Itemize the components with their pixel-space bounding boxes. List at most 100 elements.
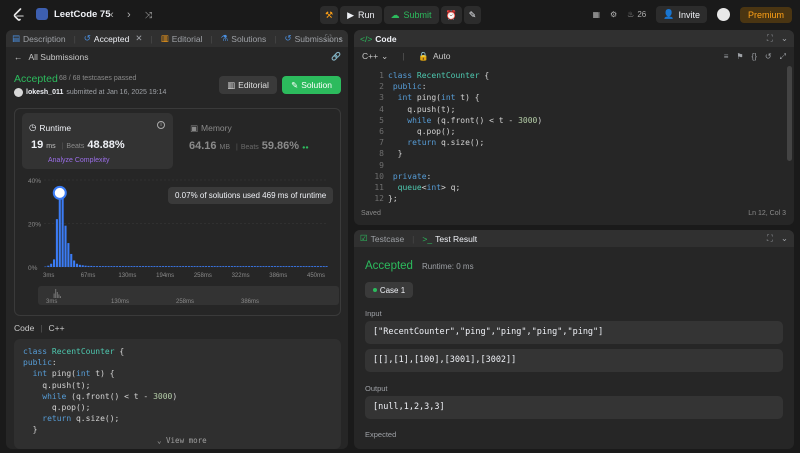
- invite-button[interactable]: 👤 Invite: [656, 6, 707, 23]
- chart-bar: [302, 266, 305, 267]
- submission-panel: ▤ Description | ↺ Accepted ✕ | ▥ Editori…: [6, 30, 348, 449]
- book-icon: ▥: [227, 79, 236, 90]
- chevron-down-icon[interactable]: ⌄: [781, 33, 788, 44]
- runtime-distribution-chart[interactable]: 40% 20% 0% 3ms 67ms 130ms 194ms 258ms 322ms 386ms…: [6, 122, 348, 314]
- chart-bar: [150, 266, 153, 267]
- input-value: [[],[1],[100],[3001],[3002]]: [365, 349, 783, 372]
- prev-problem-icon[interactable]: ‹: [110, 9, 114, 21]
- chart-bar: [271, 266, 274, 267]
- language-select[interactable]: C++ ⌄: [362, 51, 388, 62]
- avatar[interactable]: [716, 8, 730, 21]
- y-tick-label: 0%: [28, 265, 38, 272]
- format-lines-icon[interactable]: ≡: [724, 52, 729, 62]
- notes-button[interactable]: ✎: [463, 6, 482, 24]
- chart-bar: [121, 266, 124, 267]
- editor-line: int ping(int t) {: [397, 93, 480, 103]
- chart-bar: [305, 266, 308, 267]
- auto-mode-toggle[interactable]: 🔒 Auto: [418, 51, 450, 62]
- left-tab-bar: ▤ Description | ↺ Accepted ✕ | ▥ Editori…: [6, 30, 348, 47]
- all-submissions-link[interactable]: ← All Submissions: [14, 52, 89, 62]
- streak-counter[interactable]: ♨ 26: [627, 10, 646, 19]
- layout-grid-icon[interactable]: ▦: [592, 10, 600, 19]
- your-submission-marker: [52, 185, 67, 200]
- maximize-icon[interactable]: ⤢: [780, 52, 786, 62]
- editorial-button[interactable]: ▥ Editorial: [219, 76, 277, 94]
- submitted-code-line: int ping(int t) {: [32, 369, 115, 379]
- line-number: 2: [379, 82, 384, 92]
- chart-bar: [219, 266, 222, 267]
- chevron-down-icon[interactable]: ⌄: [781, 233, 788, 244]
- code-brackets-icon: </>: [360, 33, 373, 44]
- solution-button[interactable]: ✎ Solution: [282, 76, 341, 94]
- editor-scrollbar[interactable]: [787, 66, 792, 161]
- submitted-code[interactable]: class RecentCounter {public: int ping(in…: [14, 339, 341, 449]
- premium-button[interactable]: Premium: [739, 6, 792, 23]
- x-tick-label: 322ms: [232, 273, 250, 279]
- chart-bar: [253, 266, 256, 267]
- bookmark-icon[interactable]: ⚑: [736, 52, 743, 62]
- line-number: 12: [374, 194, 384, 204]
- collapse-icon[interactable]: ‹: [339, 33, 342, 44]
- leetcode-logo-icon[interactable]: [12, 8, 26, 22]
- chart-bar: [87, 265, 90, 267]
- chart-bar: [107, 266, 110, 267]
- chart-bar: [210, 266, 213, 267]
- x-tick-label: 194ms: [156, 273, 174, 279]
- chart-bar: [81, 265, 84, 267]
- tab-editorial[interactable]: ▥ Editorial: [161, 33, 203, 44]
- chart-bar: [262, 266, 265, 267]
- tab-solutions[interactable]: ⚗ Solutions: [221, 33, 267, 44]
- cursor-position: Ln 12, Col 3: [748, 210, 786, 217]
- x-tick-label: 130ms: [118, 273, 136, 279]
- expand-icon[interactable]: ⛶: [325, 33, 331, 44]
- expand-icon[interactable]: ⛶: [767, 33, 773, 44]
- navigator-tick-label: 3ms: [46, 299, 57, 305]
- next-problem-icon[interactable]: ›: [127, 9, 131, 21]
- case-tab[interactable]: Case 1: [365, 282, 413, 298]
- chart-bar: [196, 266, 199, 267]
- expected-label: Expected: [365, 430, 397, 439]
- navigator-bar: [60, 296, 61, 298]
- chart-bar: [124, 266, 127, 267]
- tab-testcase[interactable]: ☑ Testcase: [360, 233, 404, 244]
- close-icon[interactable]: ✕: [135, 33, 142, 44]
- tab-accepted[interactable]: ↺ Accepted ✕: [84, 33, 143, 44]
- run-button[interactable]: ▶ Run: [340, 6, 382, 24]
- chart-bar: [199, 266, 202, 267]
- submit-button[interactable]: ☁ Submit: [383, 6, 439, 24]
- chart-bar: [184, 266, 188, 267]
- editor-line: q.pop();: [388, 127, 456, 137]
- line-number: 4: [379, 104, 384, 114]
- editor-line: while (q.front() < t - 3000): [407, 115, 543, 125]
- problem-list-title[interactable]: LeetCode 75: [36, 8, 111, 20]
- tab-test-result[interactable]: >_ Test Result: [422, 234, 477, 244]
- pass-dot-icon: [372, 288, 377, 292]
- shuffle-icon[interactable]: ⤨: [145, 10, 152, 21]
- view-more-button[interactable]: ⌄ View more: [157, 436, 207, 445]
- output-value: [null,1,2,3,3]: [365, 396, 783, 419]
- editor-line: };: [388, 194, 398, 204]
- code-editor[interactable]: class RecentCounter { public: int ping(i…: [388, 70, 542, 204]
- chart-bar: [98, 266, 101, 267]
- reset-icon[interactable]: ↺: [765, 52, 772, 62]
- navigator-tick-label: 130ms: [111, 299, 129, 305]
- chart-bar: [67, 243, 70, 267]
- chart-bar: [276, 266, 279, 267]
- chart-bar: [311, 266, 314, 267]
- gear-icon[interactable]: ⚙: [610, 10, 617, 19]
- braces-icon[interactable]: {}: [752, 52, 757, 62]
- y-tick-label: 20%: [28, 222, 41, 229]
- x-tick-label: 258ms: [194, 273, 212, 279]
- debug-button[interactable]: ⚒: [320, 6, 339, 24]
- line-number: 6: [379, 127, 384, 137]
- editor-line: return q.size();: [407, 138, 485, 148]
- share-link-icon[interactable]: 🔗: [331, 52, 341, 61]
- timer-button[interactable]: ⏰: [440, 6, 462, 24]
- chart-bar: [236, 266, 239, 267]
- x-tick-label: 3ms: [43, 273, 54, 279]
- history-icon: ↺: [284, 33, 292, 43]
- expand-icon[interactable]: ⛶: [767, 233, 773, 244]
- tab-description[interactable]: ▤ Description: [12, 33, 66, 44]
- tab-code[interactable]: </> Code: [360, 34, 397, 44]
